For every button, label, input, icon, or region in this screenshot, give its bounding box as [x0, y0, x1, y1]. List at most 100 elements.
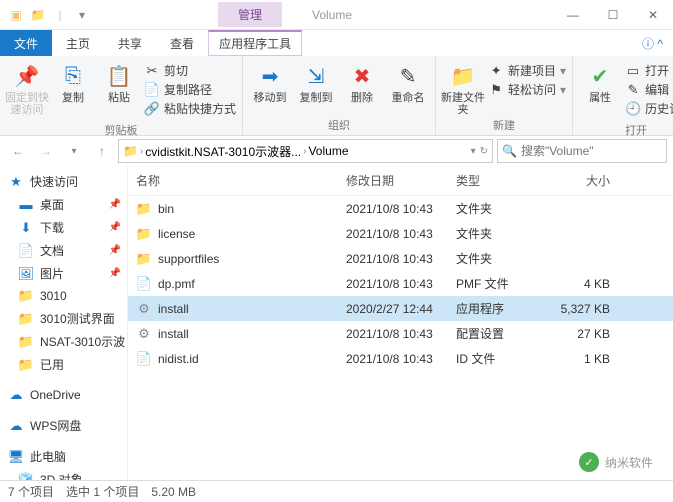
copy-to-button[interactable]: ⇲复制到 [293, 58, 339, 104]
tab-home[interactable]: 主页 [52, 30, 104, 56]
file-type: 文件夹 [448, 248, 538, 269]
document-icon: 📄 [18, 243, 34, 259]
star-icon: ★ [8, 174, 24, 190]
ribbon-group-open: ✔属性 ▭打开▾ ✎编辑 🕘历史记录 打开 [573, 56, 673, 135]
chevron-right-icon[interactable]: › [303, 146, 306, 157]
column-type[interactable]: 类型 [448, 170, 538, 191]
column-date[interactable]: 修改日期 [338, 170, 448, 191]
qat-separator-icon: | [50, 5, 70, 25]
easy-access-icon: ⚑ [488, 82, 504, 98]
move-icon: ➡ [256, 62, 284, 90]
file-size: 27 KB [538, 325, 618, 343]
properties-icon: ✔ [586, 62, 614, 90]
folder-icon: 📁 [18, 334, 34, 350]
edit-button[interactable]: ✎编辑 [625, 81, 673, 98]
delete-button[interactable]: ✖删除 [339, 58, 385, 104]
minimize-button[interactable]: — [553, 0, 593, 30]
properties-button[interactable]: ✔属性 [577, 58, 623, 104]
nav-folder-used[interactable]: 📁已用 [0, 353, 127, 376]
file-name: license [158, 227, 195, 241]
file-size: 5,327 KB [538, 300, 618, 318]
easy-access-button[interactable]: ⚑轻松访问▾ [488, 81, 566, 98]
tab-app-tools[interactable]: 应用程序工具 [208, 30, 302, 56]
file-type: 文件夹 [448, 198, 538, 219]
breadcrumb-item[interactable]: Volume [308, 144, 348, 158]
file-row[interactable]: ⚙install2020/2/27 12:44应用程序5,327 KB [128, 296, 673, 321]
desktop-icon: ▬ [18, 197, 34, 213]
qat-dropdown-icon[interactable]: ▾ [72, 5, 92, 25]
cut-button[interactable]: ✂剪切 [144, 62, 236, 79]
file-row[interactable]: 📄nidist.id2021/10/8 10:43ID 文件1 KB [128, 346, 673, 371]
chevron-right-icon[interactable]: › [140, 146, 143, 157]
nav-folder-3010test[interactable]: 📁3010测试界面 [0, 307, 127, 330]
pin-icon: 📌 [109, 268, 121, 279]
file-size [538, 207, 618, 211]
new-folder-button[interactable]: 📁新建文件夹 [440, 58, 486, 116]
file-row[interactable]: 📁bin2021/10/8 10:43文件夹 [128, 196, 673, 221]
ribbon-help-icon[interactable]: ⓘ ^ [632, 30, 673, 56]
pin-quick-access-button[interactable]: 📌 固定到快速访问 [4, 58, 50, 116]
window-controls: — ☐ ✕ [553, 0, 673, 30]
paste-shortcut-button[interactable]: 🔗粘贴快捷方式 [144, 100, 236, 117]
file-row[interactable]: ⚙install2021/10/8 10:43配置设置27 KB [128, 321, 673, 346]
file-row[interactable]: 📁supportfiles2021/10/8 10:43文件夹 [128, 246, 673, 271]
file-date: 2021/10/8 10:43 [338, 275, 448, 293]
folder-app-icon: ▣ [6, 5, 26, 25]
file-type: 应用程序 [448, 298, 538, 319]
file-row[interactable]: 📁license2021/10/8 10:43文件夹 [128, 221, 673, 246]
pictures-icon: 🖼 [18, 266, 34, 282]
tab-share[interactable]: 共享 [104, 30, 156, 56]
column-size[interactable]: 大小 [538, 170, 618, 191]
nav-wps[interactable]: ☁WPS网盘 [0, 414, 127, 437]
copy-path-button[interactable]: 📄复制路径 [144, 81, 236, 98]
breadcrumb-root-icon: 📁 [123, 144, 138, 158]
ribbon-group-clipboard: 📌 固定到快速访问 ⎘ 复制 📋 粘贴 ✂剪切 📄复制路径 🔗粘贴快捷方式 剪贴… [0, 56, 243, 135]
folder-icon: 📁 [136, 226, 152, 242]
file-menu[interactable]: 文件 [0, 30, 52, 56]
status-size: 5.20 MB [151, 485, 196, 499]
up-button[interactable]: ↑ [90, 139, 114, 163]
breadcrumb-item[interactable]: cvidistkit.NSAT-3010示波器... [145, 143, 301, 160]
paste-button[interactable]: 📋 粘贴 [96, 58, 142, 104]
qat-folder-icon[interactable]: 📁 [28, 5, 48, 25]
open-button[interactable]: ▭打开▾ [625, 62, 673, 79]
copy-button[interactable]: ⎘ 复制 [50, 58, 96, 104]
back-button[interactable]: ← [6, 139, 30, 163]
nav-quick-access[interactable]: ★快速访问 [0, 170, 127, 193]
file-type: 文件夹 [448, 223, 538, 244]
breadcrumb-dropdown[interactable]: ▾ [471, 146, 476, 157]
nav-onedrive[interactable]: ☁OneDrive [0, 384, 127, 406]
paste-icon: 📋 [105, 62, 133, 90]
search-box[interactable]: 🔍 [497, 139, 667, 163]
tab-view[interactable]: 查看 [156, 30, 208, 56]
column-name[interactable]: 名称 [128, 170, 338, 191]
nav-documents[interactable]: 📄文档📌 [0, 239, 127, 262]
close-button[interactable]: ✕ [633, 0, 673, 30]
refresh-button[interactable]: ↻ [480, 146, 488, 157]
maximize-button[interactable]: ☐ [593, 0, 633, 30]
edit-icon: ✎ [625, 82, 641, 98]
nav-pictures[interactable]: 🖼图片📌 [0, 262, 127, 285]
ribbon: 📌 固定到快速访问 ⎘ 复制 📋 粘贴 ✂剪切 📄复制路径 🔗粘贴快捷方式 剪贴… [0, 56, 673, 136]
wechat-icon: ✓ [579, 452, 599, 472]
breadcrumb[interactable]: 📁 › cvidistkit.NSAT-3010示波器... › Volume … [118, 139, 493, 163]
nav-folder-nsat[interactable]: 📁NSAT-3010示波 [0, 330, 127, 353]
pin-icon: 📌 [109, 199, 121, 210]
ribbon-group-new: 📁新建文件夹 ✦新建项目▾ ⚑轻松访问▾ 新建 [436, 56, 573, 135]
forward-button[interactable]: → [34, 139, 58, 163]
move-to-button[interactable]: ➡移动到 [247, 58, 293, 104]
recent-dropdown[interactable]: ▾ [62, 139, 86, 163]
nav-downloads[interactable]: ⬇下载📌 [0, 216, 127, 239]
search-input[interactable] [521, 144, 673, 158]
file-size: 1 KB [538, 350, 618, 368]
nav-desktop[interactable]: ▬桌面📌 [0, 193, 127, 216]
rename-button[interactable]: ✎重命名 [385, 58, 431, 104]
contextual-tab-label: 管理 [218, 2, 282, 27]
file-row[interactable]: 📄dp.pmf2021/10/8 10:43PMF 文件4 KB [128, 271, 673, 296]
file-date: 2021/10/8 10:43 [338, 325, 448, 343]
history-button[interactable]: 🕘历史记录 [625, 100, 673, 117]
new-item-button[interactable]: ✦新建项目▾ [488, 62, 566, 79]
nav-this-pc[interactable]: 🖥此电脑 [0, 445, 127, 468]
file-size [538, 257, 618, 261]
nav-folder-3010[interactable]: 📁3010 [0, 285, 127, 307]
